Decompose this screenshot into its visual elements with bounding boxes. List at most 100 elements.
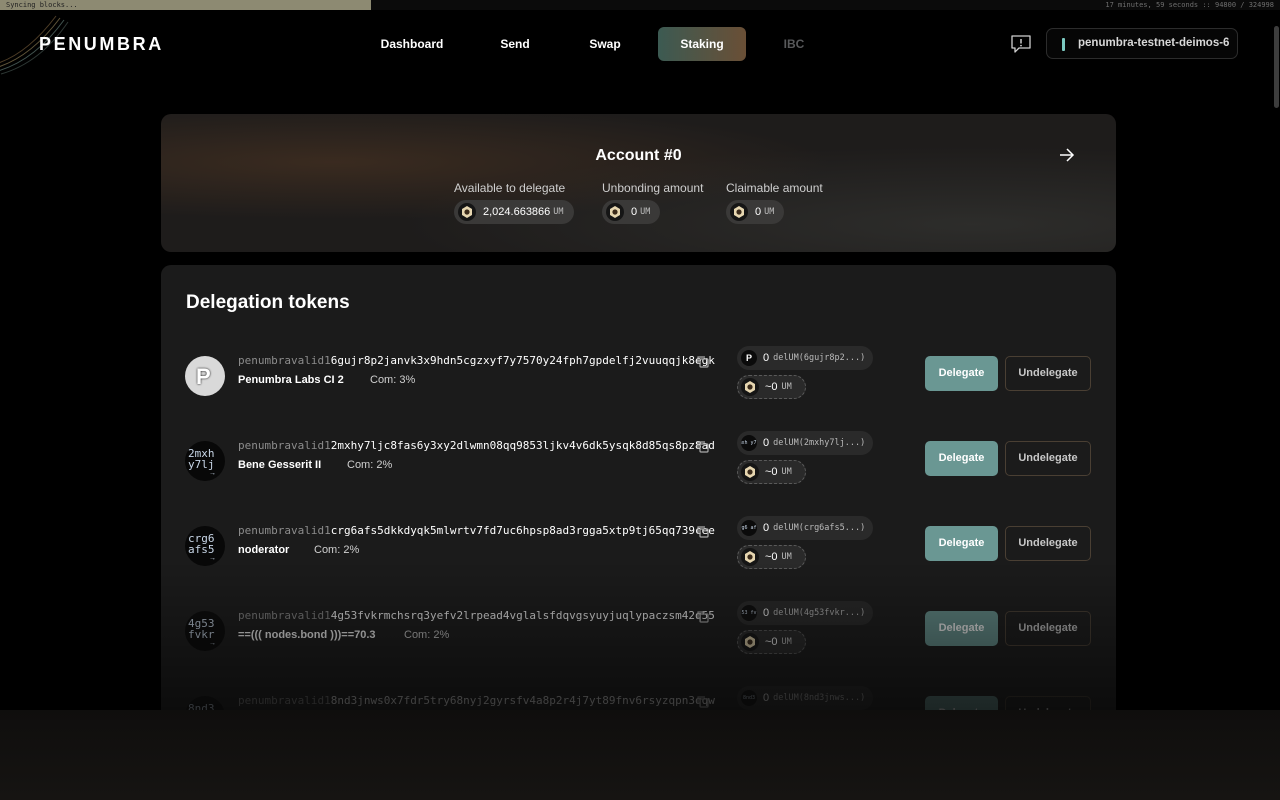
undelegate-button[interactable]: Undelegate bbox=[1005, 356, 1091, 391]
validator-id[interactable]: penumbravalid16gujr8p2janvk3x9hdn5cgzxyf… bbox=[238, 354, 715, 367]
undelegate-button[interactable]: Undelegate bbox=[1005, 526, 1091, 561]
account-card: Account #0 Available to delegate 2,024.6… bbox=[161, 114, 1116, 252]
nav-staking[interactable]: Staking bbox=[658, 27, 746, 61]
claimable-amount: 0 bbox=[755, 206, 762, 218]
undelegate-button[interactable]: Undelegate bbox=[1005, 611, 1091, 646]
available-symbol: UM bbox=[553, 207, 564, 217]
copy-icon[interactable] bbox=[696, 695, 710, 709]
unbonding-token-symbol: UM bbox=[781, 552, 792, 562]
validator-name: ==((( nodes.bond )))==70.3 bbox=[238, 629, 376, 641]
unbonding-token-symbol: UM bbox=[781, 382, 792, 392]
logo[interactable]: PENUMBRA bbox=[39, 34, 164, 55]
um-token-icon bbox=[730, 203, 748, 221]
copy-icon[interactable] bbox=[696, 355, 710, 369]
validator-id[interactable]: penumbravalid1crg6afs5dkkdyqk5mlwrtv7fd7… bbox=[238, 524, 715, 537]
nav-swap[interactable]: Swap bbox=[578, 27, 632, 61]
validator-row: 2mxh y7lj → penumbravalid12mxhy7ljc8fas6y… bbox=[161, 431, 1116, 511]
main-nav: Dashboard Send Swap Staking IBC bbox=[372, 27, 830, 61]
delegation-token-pill: 2mxh y7lj 0 delUM(2mxhy7lj...) bbox=[737, 431, 873, 455]
available-amount: 2,024.663866 bbox=[483, 206, 551, 218]
delegation-token-pill: 8nd3 0 delUM(8nd3jnws...) bbox=[737, 686, 873, 710]
validator-id[interactable]: penumbravalid14g53fvkrmchsrq3yefv2lrpead… bbox=[238, 609, 715, 622]
validator-commission: Com: 3% bbox=[370, 374, 416, 386]
delegation-token-pill: crg6 afs5 0 delUM(crg6afs5...) bbox=[737, 516, 873, 540]
validator-row: 4g53 fvkr → penumbravalid14g53fvkrmchsrq3… bbox=[161, 601, 1116, 681]
delegation-tokens-card: Delegation tokens P penumbravalid16gujr8… bbox=[161, 265, 1116, 736]
unbonding-token-pill: ~0 UM bbox=[737, 460, 806, 484]
delegation-amount: 0 bbox=[763, 522, 770, 534]
available-balance: Available to delegate 2,024.663866 UM bbox=[454, 181, 574, 224]
undelegate-button[interactable]: Undelegate bbox=[1005, 441, 1091, 476]
copy-icon[interactable] bbox=[696, 525, 710, 539]
unbonding-token-pill: ~0 UM bbox=[737, 375, 806, 399]
claimable-pill: 0 UM bbox=[726, 200, 785, 224]
validator-mini-icon: P bbox=[741, 350, 757, 366]
nav-send[interactable]: Send bbox=[452, 27, 578, 61]
validator-id[interactable]: penumbravalid18nd3jnws0x7fdr5try68nyj2gy… bbox=[238, 694, 715, 707]
um-token-icon bbox=[741, 463, 759, 481]
arrow-right-icon[interactable] bbox=[1058, 146, 1076, 164]
scrollbar-thumb[interactable] bbox=[1274, 26, 1279, 108]
scrollbar[interactable] bbox=[1272, 10, 1280, 710]
validator-avatar: 2mxh y7lj → bbox=[185, 441, 225, 481]
unbonding-token-amount: ~0 bbox=[765, 636, 778, 648]
validator-commission: Com: 2% bbox=[347, 459, 393, 471]
validator-avatar: crg6 afs5 → bbox=[185, 526, 225, 566]
validator-row: crg6 afs5 → penumbravalid1crg6afs5dkkdyqk… bbox=[161, 516, 1116, 596]
chain-id-button[interactable]: penumbra-testnet-deimos-6 bbox=[1046, 28, 1238, 59]
unbonding-pill: 0 UM bbox=[602, 200, 661, 224]
um-token-icon bbox=[458, 203, 476, 221]
delegation-token: delUM(8nd3jnws...) bbox=[773, 693, 866, 703]
validator-mini-icon: 4g53 fvkr bbox=[741, 605, 757, 621]
unbonding-amount: 0 bbox=[631, 206, 638, 218]
delegation-title: Delegation tokens bbox=[186, 292, 350, 313]
sync-info: 17 minutes, 59 seconds :: 94800 / 324998 bbox=[1105, 1, 1274, 9]
delegation-token-pill: P 0 delUM(6gujr8p2...) bbox=[737, 346, 873, 370]
validator-row: P penumbravalid16gujr8p2janvk3x9hdn5cgzx… bbox=[161, 346, 1116, 426]
validator-name: Bene Gesserit II bbox=[238, 459, 322, 471]
delegation-token: delUM(2mxhy7lj...) bbox=[773, 438, 866, 448]
chain-id-label: penumbra-testnet-deimos-6 bbox=[1078, 37, 1230, 49]
validator-mini-icon: 2mxh y7lj bbox=[741, 435, 757, 451]
account-title: Account #0 bbox=[595, 147, 682, 164]
validator-mini-icon: crg6 afs5 bbox=[741, 520, 757, 536]
validator-commission: Com: 2% bbox=[314, 544, 360, 556]
delegation-amount: 0 bbox=[763, 437, 770, 449]
sync-progress-bar: Syncing blocks... 17 minutes, 59 seconds… bbox=[0, 0, 1280, 10]
delegate-button[interactable]: Delegate bbox=[925, 441, 998, 476]
delegation-amount: 0 bbox=[763, 692, 770, 704]
delegation-token: delUM(6gujr8p2...) bbox=[773, 353, 866, 363]
delegate-button[interactable]: Delegate bbox=[925, 526, 998, 561]
available-label: Available to delegate bbox=[454, 181, 566, 195]
delegation-amount: 0 bbox=[763, 352, 770, 364]
copy-icon[interactable] bbox=[696, 440, 710, 454]
um-token-icon bbox=[606, 203, 624, 221]
nav-ibc[interactable]: IBC bbox=[758, 27, 830, 61]
copy-icon[interactable] bbox=[696, 610, 710, 624]
feedback-icon[interactable] bbox=[1010, 33, 1032, 55]
um-token-icon bbox=[741, 378, 759, 396]
delegation-token: delUM(4g53fvkr...) bbox=[773, 608, 866, 618]
um-token-icon bbox=[741, 633, 759, 651]
claimable-label: Claimable amount bbox=[726, 181, 823, 195]
unbonding-token-pill: ~0 UM bbox=[737, 545, 806, 569]
delegation-token-pill: 4g53 fvkr 0 delUM(4g53fvkr...) bbox=[737, 601, 873, 625]
delegation-token: delUM(crg6afs5...) bbox=[773, 523, 866, 533]
validator-avatar: P bbox=[185, 356, 225, 396]
validator-commission: Com: 2% bbox=[404, 629, 450, 641]
claimable-symbol: UM bbox=[764, 207, 775, 217]
um-token-icon bbox=[741, 548, 759, 566]
available-pill: 2,024.663866 UM bbox=[454, 200, 574, 224]
validator-id[interactable]: penumbravalid12mxhy7ljc8fas6y3xy2dlwmn08… bbox=[238, 439, 715, 452]
unbonding-token-amount: ~0 bbox=[765, 551, 778, 563]
delegation-amount: 0 bbox=[763, 607, 770, 619]
nav-dashboard[interactable]: Dashboard bbox=[372, 27, 452, 61]
delegate-button[interactable]: Delegate bbox=[925, 356, 998, 391]
unbonding-token-symbol: UM bbox=[781, 637, 792, 647]
delegate-button[interactable]: Delegate bbox=[925, 611, 998, 646]
chain-status-indicator bbox=[1062, 38, 1065, 51]
unbonding-token-amount: ~0 bbox=[765, 466, 778, 478]
unbonding-label: Unbonding amount bbox=[602, 181, 704, 195]
unbonding-token-amount: ~0 bbox=[765, 381, 778, 393]
unbonding-symbol: UM bbox=[640, 207, 651, 217]
